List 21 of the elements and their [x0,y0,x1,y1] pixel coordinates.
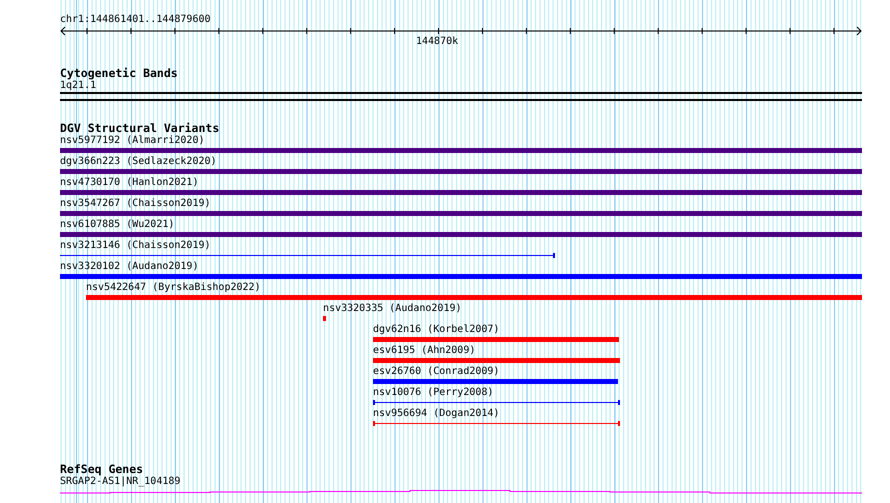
variant-label: dgv366n223 (Sedlazeck2020) [60,156,217,167]
variant-label: nsv3320335 (Audano2019) [323,303,462,314]
variant-label: nsv6107885 (Wu2021) [60,219,174,230]
variant-label: nsv956694 (Dogan2014) [373,408,500,419]
variant-label: dgv62n16 (Korbel2007) [373,324,500,335]
gene-label: SRGAP2-AS1|NR_104189 [60,476,180,487]
variant-label: nsv3213146 (Chaisson2019) [60,240,211,251]
variant-label: nsv5422647 (ByrskaBishop2022) [86,282,261,293]
variant-label: esv6195 (Ahn2009) [373,345,476,356]
variant-label: nsv10076 (Perry2008) [373,387,494,398]
tick-label: 144870k [416,36,458,47]
track-title: DGV Structural Variants [60,121,220,135]
variant-label: esv26760 (Conrad2009) [373,366,500,377]
variant-label: nsv5977192 (Almarri2020) [60,135,204,146]
region-label: chr1:144861401..144879600 [60,14,212,26]
variant-label: nsv3320102 (Audano2019) [60,261,198,272]
track-title: Cytogenetic Bands [60,66,178,80]
band-label: 1q21.1 [60,80,96,91]
variant-label: nsv4730170 (Hanlon2021) [60,177,198,188]
variant-label: nsv3547267 (Chaisson2019) [60,198,211,209]
track-title: RefSeq Genes [60,462,144,476]
